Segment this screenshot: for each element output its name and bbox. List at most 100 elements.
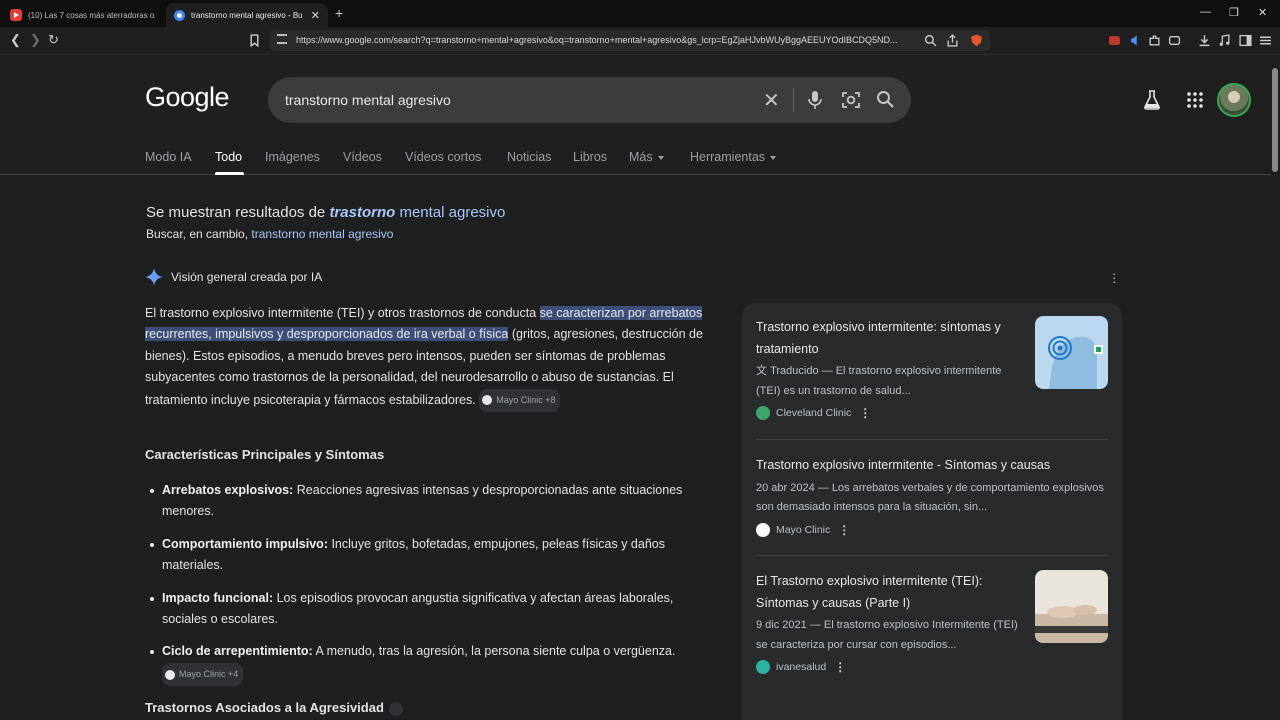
features-list: Arrebatos explosivos: Reacciones agresiv… — [150, 480, 702, 697]
active-tab-underline — [215, 172, 244, 175]
clear-icon[interactable]: ✕ — [763, 88, 780, 113]
citation-label: Mayo Clinic +4 — [179, 668, 239, 679]
browser-toolbar: ❮ ❯ ↻ https://www.google.com/search?q=tr… — [0, 27, 1280, 55]
bullet-term: Ciclo de arrepentimiento: — [162, 644, 313, 659]
original-query-link[interactable]: transtorno mental agresivo — [251, 227, 393, 241]
corrected-query-link[interactable]: trastorno mental agresivo — [329, 204, 505, 221]
list-item: Impacto funcional: Los episodios provoca… — [150, 588, 702, 631]
sidebar-icon[interactable] — [1239, 34, 1252, 47]
tab-noticias[interactable]: Noticias — [507, 150, 551, 164]
citation-chip[interactable]: Mayo Clinic +8 — [479, 388, 561, 413]
source-site: Mayo Clinic ⋮ — [756, 522, 1108, 537]
citation-chip[interactable]: Mayo Clinic +4 — [162, 662, 244, 687]
list-item: Arrebatos explosivos: Reacciones agresiv… — [150, 480, 702, 523]
account-avatar[interactable] — [1217, 83, 1251, 117]
tab-herramientas[interactable]: Herramientas — [690, 150, 777, 164]
tab-imagenes[interactable]: Imágenes — [265, 150, 320, 164]
close-window-icon[interactable]: ✕ — [1258, 6, 1267, 19]
more-options-icon[interactable]: ⋮ — [834, 660, 846, 674]
back-icon[interactable]: ❮ — [10, 32, 21, 48]
source-title[interactable]: Trastorno explosivo intermitente: síntom… — [756, 317, 1026, 360]
snippet-prefix: Traducido — — [770, 365, 836, 377]
google-logo[interactable]: Google — [145, 82, 230, 113]
labs-flask-icon[interactable] — [1143, 90, 1161, 110]
chevron-down-icon — [657, 155, 664, 160]
site-settings-icon[interactable] — [277, 34, 287, 44]
corrected-word: trastorno — [329, 204, 396, 221]
more-options-icon[interactable]: · · · — [1112, 267, 1116, 288]
wallet-icon[interactable] — [1168, 34, 1181, 47]
site-name: Cleveland Clinic — [776, 407, 852, 419]
tab-mas[interactable]: Más — [629, 150, 664, 164]
search-instead-prefix: Buscar, en cambio, — [146, 227, 252, 241]
mayo-clinic-icon — [482, 395, 493, 406]
maximize-icon[interactable]: ❐ — [1229, 6, 1239, 19]
citation-label: Mayo Clinic +8 — [496, 394, 556, 405]
ai-overview-title: Visión general creada por IA — [171, 270, 323, 284]
zoom-icon[interactable] — [924, 34, 937, 47]
new-tab-icon[interactable]: + — [335, 5, 343, 21]
extension-icon[interactable] — [1108, 34, 1121, 47]
search-instead: Buscar, en cambio, transtorno mental agr… — [146, 227, 393, 241]
google-icon — [174, 9, 185, 21]
youtube-icon — [10, 9, 22, 21]
more-options-icon[interactable]: ⋮ — [838, 523, 850, 537]
search-icon[interactable] — [876, 90, 895, 109]
scrollbar-thumb[interactable] — [1272, 68, 1278, 172]
source-card[interactable]: El Trastorno explosivo intermitente (TEI… — [756, 571, 1031, 674]
divider — [756, 439, 1108, 440]
spelling-prefix: Se muestran resultados de — [146, 204, 330, 221]
forward-icon[interactable]: ❯ — [30, 32, 41, 48]
site-name: Mayo Clinic — [776, 523, 831, 536]
bullet-term: Arrebatos explosivos: — [162, 483, 294, 497]
cleveland-clinic-icon — [756, 406, 770, 420]
site-name: ivanesalud — [776, 661, 827, 673]
browser-tab-youtube[interactable]: (10) Las 7 cosas más aterradoras ocu — [2, 3, 162, 27]
tab-videos[interactable]: Vídeos — [343, 150, 382, 164]
spelling-correction: Se muestran resultados de trastorno ment… — [146, 204, 505, 221]
source-thumbnail[interactable] — [1035, 570, 1108, 643]
source-title[interactable]: Trastorno explosivo intermitente - Sínto… — [756, 455, 1108, 477]
more-options-icon[interactable]: ⋮ — [859, 406, 871, 420]
tab-videos-cortos[interactable]: Vídeos cortos — [405, 150, 481, 164]
extensions-puzzle-icon[interactable] — [1148, 34, 1161, 47]
microphone-icon[interactable] — [807, 90, 823, 110]
downloads-icon[interactable] — [1198, 34, 1211, 47]
source-thumbnail[interactable] — [1035, 316, 1108, 389]
lens-icon[interactable] — [841, 90, 861, 110]
translate-icon: 文 — [756, 365, 767, 377]
address-bar[interactable]: https://www.google.com/search?q=transtor… — [270, 30, 990, 51]
audio-icon[interactable] — [1128, 34, 1141, 47]
link-icon[interactable] — [388, 701, 403, 716]
bookmark-icon[interactable] — [248, 34, 261, 47]
browser-tab-google[interactable]: transtorno mental agresivo - Bu ✕ — [166, 3, 328, 27]
tab-title: (10) Las 7 cosas más aterradoras ocu — [28, 10, 154, 20]
source-site: Cleveland Clinic ⋮ — [756, 406, 1026, 420]
ai-sparkle-icon — [145, 268, 163, 286]
search-divider — [793, 88, 794, 112]
tab-todo[interactable]: Todo — [215, 150, 242, 164]
bullet-term: Impacto funcional: — [162, 590, 274, 605]
search-input[interactable]: transtorno mental agresivo — [285, 92, 451, 108]
search-box[interactable]: transtorno mental agresivo ✕ — [268, 77, 911, 123]
brave-shield-icon[interactable] — [970, 34, 983, 47]
tab-title: transtorno mental agresivo - Bu — [191, 10, 303, 20]
list-item: Comportamiento impulsivo: Incluye gritos… — [150, 534, 702, 577]
tab-modo-ia[interactable]: Modo IA — [145, 150, 192, 164]
menu-icon[interactable] — [1259, 34, 1272, 47]
share-icon[interactable] — [946, 34, 959, 47]
source-card[interactable]: Trastorno explosivo intermitente: síntom… — [756, 317, 1026, 420]
source-title[interactable]: El Trastorno explosivo intermitente (TEI… — [756, 571, 1031, 614]
apps-grid-icon[interactable] — [1186, 91, 1204, 109]
ai-sources-panel: Trastorno explosivo intermitente: síntom… — [742, 303, 1122, 720]
reload-icon[interactable]: ↻ — [48, 32, 59, 48]
minimize-icon[interactable]: — — [1200, 6, 1211, 18]
ai-intro-before: El trastorno explosivo intermitente (TEI… — [145, 306, 540, 320]
close-tab-icon[interactable]: ✕ — [311, 9, 320, 22]
media-icon[interactable] — [1218, 34, 1231, 47]
bullet-text: A menudo, tras la agresión, la persona s… — [312, 644, 676, 659]
tab-libros[interactable]: Libros — [573, 150, 607, 164]
ai-overview-text: El trastorno explosivo intermitente (TEI… — [145, 303, 705, 413]
section-heading: Características Principales y Síntomas — [145, 447, 385, 462]
source-card[interactable]: Trastorno explosivo intermitente - Sínto… — [756, 455, 1108, 537]
